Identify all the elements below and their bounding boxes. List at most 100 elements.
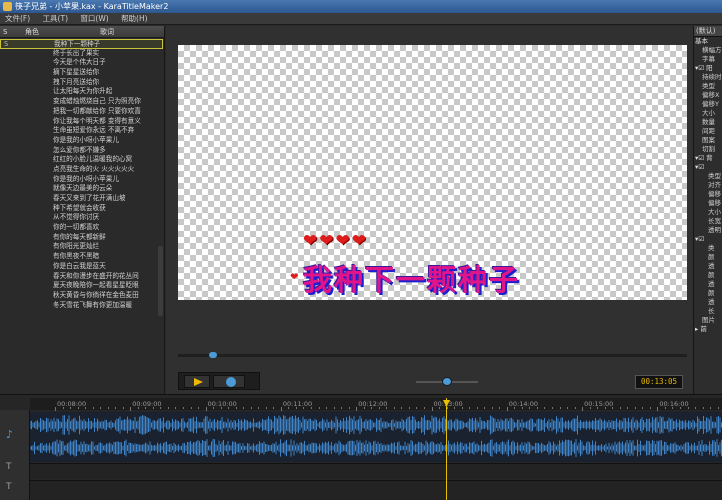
lyric-row[interactable]: 今天是个伟大日子 bbox=[0, 58, 163, 68]
lyric-row[interactable]: 摘下星星送给你 bbox=[0, 68, 163, 78]
lyric-row[interactable]: 就像天边最美的云朵 bbox=[0, 184, 163, 194]
lyric-row[interactable]: 点亮我生命的火 火火火火火 bbox=[0, 165, 163, 175]
lyric-row[interactable]: S 我种下一颗种子 bbox=[0, 39, 163, 49]
property-row[interactable]: 大小 bbox=[694, 208, 722, 217]
property-row[interactable]: ▾☑ bbox=[694, 163, 722, 172]
lyric-row[interactable]: 你是白云我是蓝天 bbox=[0, 262, 163, 272]
lyric-row[interactable]: 有你的每天都新鲜 bbox=[0, 233, 163, 243]
ruler-tick bbox=[137, 407, 139, 409]
menu-file[interactable]: 文件(F) bbox=[0, 13, 35, 25]
lyric-row[interactable]: 从不觉得你讨厌 bbox=[0, 213, 163, 223]
property-row[interactable]: ▾☑ 背 bbox=[694, 154, 722, 163]
property-row[interactable]: 透 bbox=[694, 262, 722, 271]
property-row[interactable]: 横幅方 bbox=[694, 46, 722, 55]
property-row[interactable]: 间距 bbox=[694, 127, 722, 136]
property-row[interactable]: 对齐 bbox=[694, 181, 722, 190]
stop-button[interactable] bbox=[213, 375, 245, 388]
title-track[interactable] bbox=[30, 480, 722, 500]
property-row[interactable]: 颜 bbox=[694, 271, 722, 280]
lyric-row[interactable]: 你是我的小呀小苹果儿 bbox=[0, 175, 163, 185]
properties-header[interactable]: (默认) bbox=[694, 26, 722, 37]
ruler-tick bbox=[710, 407, 712, 409]
property-row[interactable]: 基本 bbox=[694, 37, 722, 46]
property-row[interactable]: 长宽 bbox=[694, 217, 722, 226]
ruler-tick bbox=[439, 407, 441, 409]
property-row[interactable]: 透 bbox=[694, 280, 722, 289]
lyrics-scrollbar[interactable] bbox=[158, 246, 163, 316]
property-row[interactable]: 图片 bbox=[694, 316, 722, 325]
preview-position-handle[interactable] bbox=[209, 352, 217, 358]
lyric-row[interactable]: 怎么爱你都不嫌多 bbox=[0, 146, 163, 156]
ruler-tick-label: 00:10:00 bbox=[207, 400, 237, 408]
property-row[interactable]: 类型 bbox=[694, 172, 722, 181]
lyric-row-text: 你是白云我是蓝天 bbox=[53, 261, 106, 270]
lyric-row[interactable]: 让太阳每天为你升起 bbox=[0, 87, 163, 97]
ruler-tick bbox=[416, 407, 418, 409]
lyric-row[interactable]: 把我一切都献给你 只要你欢喜 bbox=[0, 107, 163, 117]
property-row[interactable]: 数量 bbox=[694, 118, 722, 127]
lyric-row[interactable]: 你让我每个明天都 变得有意义 bbox=[0, 117, 163, 127]
volume-handle[interactable] bbox=[442, 377, 452, 386]
property-row[interactable]: 持续时 bbox=[694, 73, 722, 82]
ruler-tick bbox=[70, 407, 72, 409]
property-row[interactable]: ▾☑ bbox=[694, 235, 722, 244]
property-row[interactable]: 透 bbox=[694, 298, 722, 307]
property-row[interactable]: 大小 bbox=[694, 109, 722, 118]
property-row[interactable]: 类型 bbox=[694, 82, 722, 91]
property-row[interactable]: 偏移X bbox=[694, 91, 722, 100]
property-row[interactable]: 字幕 bbox=[694, 55, 722, 64]
column-header-role[interactable]: 角色 bbox=[25, 26, 39, 38]
lyric-row[interactable]: 冬天雪花飞舞有你更加温暖 bbox=[0, 301, 163, 311]
lyric-row[interactable]: 变成蜡烛燃烧自己 只为照亮你 bbox=[0, 97, 163, 107]
ruler-tick bbox=[228, 407, 230, 409]
playhead[interactable] bbox=[446, 398, 447, 500]
play-button[interactable] bbox=[184, 375, 210, 388]
ruler-tick bbox=[484, 407, 486, 409]
property-row[interactable]: ▸ 前 bbox=[694, 325, 722, 334]
lyric-row[interactable]: 你的一切都喜欢 bbox=[0, 223, 163, 233]
lyric-row-text: 你的一切都喜欢 bbox=[53, 223, 100, 232]
ruler-tick bbox=[100, 407, 102, 409]
property-row[interactable]: 类 bbox=[694, 244, 722, 253]
property-row[interactable]: ▾☑ 阳 bbox=[694, 64, 722, 73]
ruler-tick bbox=[152, 407, 154, 409]
lyric-row[interactable]: 你是我的小呀小苹果儿 bbox=[0, 136, 163, 146]
hearts-decoration: ❤❤❤❤ bbox=[303, 231, 368, 251]
lyric-row[interactable]: 种下希望就会收获 bbox=[0, 204, 163, 214]
column-header-s[interactable]: S bbox=[3, 26, 7, 38]
lyric-row[interactable]: 秋天黄昏与你徜徉在金色麦田 bbox=[0, 291, 163, 301]
lyric-row[interactable]: 有你阳光更灿烂 bbox=[0, 242, 163, 252]
lyric-row[interactable]: 终于长出了果实 bbox=[0, 49, 163, 59]
audio-waveform[interactable] bbox=[30, 412, 722, 462]
lyric-row-text: 有你的每天都新鲜 bbox=[53, 232, 106, 241]
property-row[interactable]: 切割 bbox=[694, 145, 722, 154]
property-row[interactable]: 透明 bbox=[694, 226, 722, 235]
property-row[interactable]: 颜 bbox=[694, 289, 722, 298]
lyric-row[interactable]: 春天和你漫步在盛开的花丛间 bbox=[0, 272, 163, 282]
lyric-row[interactable]: 有你黑夜不黑暗 bbox=[0, 252, 163, 262]
property-row[interactable]: 图案 bbox=[694, 136, 722, 145]
lyric-track[interactable] bbox=[30, 463, 722, 479]
lyric-row[interactable]: 红红的小脸儿温暖我的心窝 bbox=[0, 155, 163, 165]
ruler-tick bbox=[702, 407, 704, 409]
lyric-row[interactable]: 夏天夜晚陪你一起看星星眨眼 bbox=[0, 281, 163, 291]
ruler-tick bbox=[198, 407, 200, 409]
property-row[interactable]: 长 bbox=[694, 307, 722, 316]
property-row[interactable]: 颜 bbox=[694, 253, 722, 262]
lyric-row[interactable]: 拽下月亮送给你 bbox=[0, 78, 163, 88]
property-row[interactable]: 偏移 bbox=[694, 199, 722, 208]
menu-window[interactable]: 窗口(W) bbox=[75, 13, 113, 25]
menu-help[interactable]: 帮助(H) bbox=[116, 13, 153, 25]
ruler-tick-label: 00:15:00 bbox=[584, 400, 614, 408]
lyric-row[interactable]: 春天又来到了花开满山坡 bbox=[0, 194, 163, 204]
lyric-row[interactable]: 生命虽短爱你永远 不离不弃 bbox=[0, 126, 163, 136]
ruler-tick bbox=[679, 407, 681, 409]
ruler-tick bbox=[386, 407, 388, 409]
property-row[interactable]: 偏移 bbox=[694, 190, 722, 199]
ruler-tick bbox=[454, 407, 456, 409]
preview-position-slider[interactable] bbox=[178, 354, 687, 357]
ruler-tick bbox=[717, 407, 719, 409]
column-header-lyrics[interactable]: 歌词 bbox=[100, 26, 114, 38]
menu-tools[interactable]: 工具(T) bbox=[38, 13, 73, 25]
property-row[interactable]: 偏移Y bbox=[694, 100, 722, 109]
